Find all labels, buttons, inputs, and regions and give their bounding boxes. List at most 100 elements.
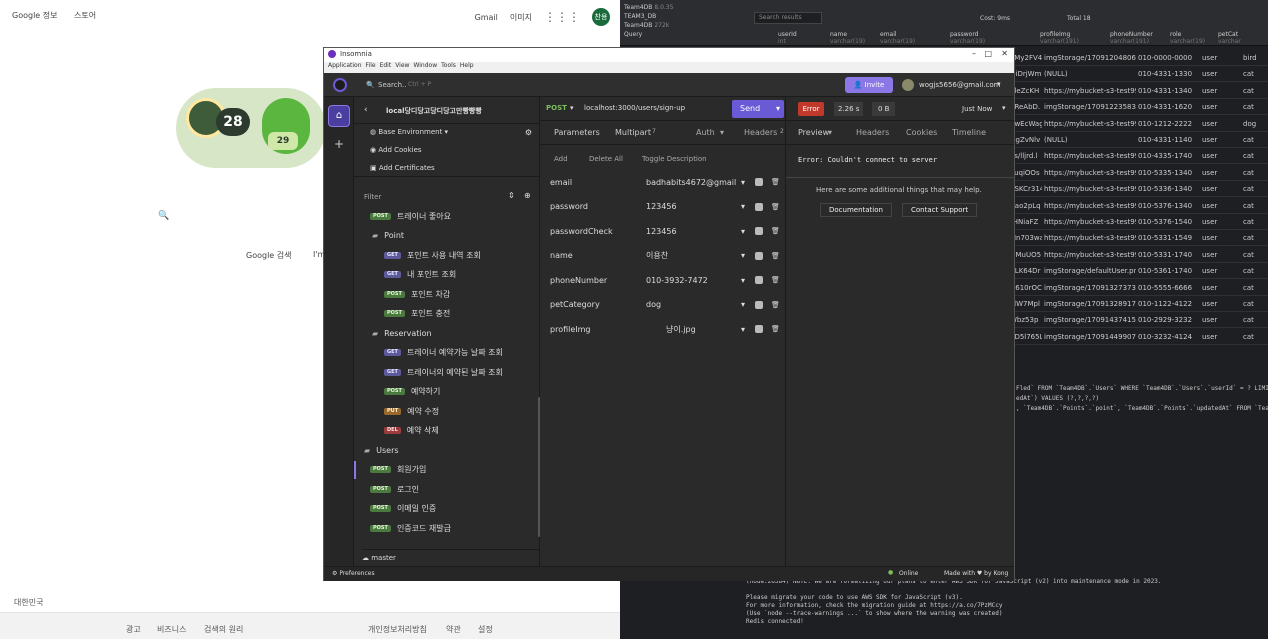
field-value-input[interactable]: badhabits4672@gmail — [646, 178, 741, 187]
table-cell[interactable]: 010-1212-2222 — [1138, 120, 1200, 128]
table-cell[interactable]: imgStorage/defaultUser.pn — [1044, 267, 1136, 275]
table-cell[interactable]: https://mybucket-s3-test99 — [1044, 152, 1136, 160]
tab-headers[interactable]: Headers — [744, 128, 777, 137]
close-icon[interactable]: ✕ — [1001, 49, 1008, 58]
table-cell[interactable]: cat — [1243, 234, 1268, 242]
table-cell[interactable]: user — [1202, 185, 1240, 193]
multipart-field-row[interactable]: petCategory dog ▾ 🗑 — [550, 294, 780, 316]
column-header[interactable]: password varchar(19) — [950, 31, 985, 45]
table-cell[interactable]: user — [1202, 218, 1240, 226]
google-search-button[interactable]: Google 검색 — [246, 250, 291, 261]
column-header[interactable]: phoneNumber varchar(191) — [1110, 31, 1153, 45]
trash-icon[interactable]: 🗑 — [771, 276, 780, 284]
made-with-kong[interactable]: Made with ♥ by Kong — [944, 570, 1008, 577]
field-name-input[interactable]: profileImg — [550, 325, 646, 334]
chevron-down-icon[interactable]: ▾ — [741, 251, 755, 260]
table-cell[interactable]: user — [1202, 152, 1240, 160]
table-cell[interactable]: https://mybucket-s3-test99 — [1044, 185, 1136, 193]
column-header[interactable]: petCat varchar — [1218, 31, 1241, 45]
table-cell[interactable]: imgStorage/170914374156 — [1044, 316, 1136, 324]
table-cell[interactable]: 010-4331-1340 — [1138, 87, 1200, 95]
table-cell[interactable]: cat — [1243, 152, 1268, 160]
table-cell[interactable]: 010-2929-3232 — [1138, 316, 1200, 324]
trash-icon[interactable]: 🗑 — [771, 301, 780, 309]
menu-item[interactable]: Help — [460, 62, 474, 69]
table-cell[interactable]: cat — [1243, 218, 1268, 226]
field-name-input[interactable]: phoneNumber — [550, 276, 646, 285]
chevron-down-icon[interactable]: ▾ — [720, 128, 724, 137]
sidebar-folder[interactable]: ▰ Users — [364, 441, 399, 459]
table-cell[interactable]: (NULL) — [1044, 136, 1136, 144]
tab-multipart[interactable]: Multipart — [615, 128, 651, 137]
back-icon[interactable]: ‹ — [364, 105, 368, 115]
sidebar-request[interactable]: PUT 예약 수정 — [384, 402, 439, 420]
git-branch[interactable]: ☁ master — [362, 549, 540, 565]
trash-icon[interactable]: 🗑 — [771, 325, 780, 333]
sidebar-request[interactable]: POST 포인트 차감 — [384, 285, 450, 303]
table-cell[interactable]: user — [1202, 284, 1240, 292]
table-cell[interactable]: 010-0000-0000 — [1138, 54, 1200, 62]
google-doodle[interactable]: 28 29 — [176, 88, 326, 168]
menu-item[interactable]: Tools — [441, 62, 456, 69]
table-cell[interactable]: user — [1202, 202, 1240, 210]
multipart-field-row[interactable]: passwordCheck 123456 ▾ 🗑 — [550, 220, 780, 242]
menu-item[interactable]: View — [395, 62, 409, 69]
delete-all-button[interactable]: Delete All — [589, 155, 623, 163]
menu-item[interactable]: Application — [328, 62, 362, 69]
tree-item[interactable]: Query — [624, 30, 673, 39]
table-cell[interactable]: imgStorage/170913289171 — [1044, 300, 1136, 308]
global-search[interactable]: Search.. — [378, 81, 407, 89]
tab-preview[interactable]: Preview — [798, 128, 829, 137]
sidebar-request[interactable]: POST 인증코드 재발급 — [370, 519, 451, 537]
tab-timeline[interactable]: Timeline — [952, 128, 986, 137]
table-cell[interactable]: imgStorage/170912235832 — [1044, 103, 1136, 111]
table-cell[interactable]: cat — [1243, 267, 1268, 275]
table-cell[interactable]: cat — [1243, 333, 1268, 341]
trash-icon[interactable]: 🗑 — [771, 203, 780, 211]
table-cell[interactable]: user — [1202, 267, 1240, 275]
field-name-input[interactable]: name — [550, 251, 646, 260]
table-cell[interactable]: 010-5331-1740 — [1138, 251, 1200, 259]
footer-terms[interactable]: 약관 — [446, 624, 461, 635]
collection-name[interactable]: local당디당고당디당고만빵빵빵 — [386, 106, 482, 116]
url-input[interactable]: localhost:3000/users/sign-up — [584, 104, 685, 112]
sidebar-request[interactable]: POST 포인트 충전 — [384, 305, 450, 323]
trash-icon[interactable]: 🗑 — [771, 252, 780, 260]
sidebar-request[interactable]: GET 포인트 사용 내역 조회 — [384, 246, 481, 264]
table-cell[interactable]: 010-1122-4122 — [1138, 300, 1200, 308]
checkbox-icon[interactable] — [755, 325, 763, 333]
table-cell[interactable]: https://mybucket-s3-test99 — [1044, 251, 1136, 259]
chevron-down-icon[interactable]: ▾ — [741, 276, 755, 285]
menu-item[interactable]: Edit — [380, 62, 392, 69]
trash-icon[interactable]: 🗑 — [771, 227, 780, 235]
chevron-down-icon[interactable]: ▾ — [741, 300, 755, 309]
table-cell[interactable]: 010-5376-1540 — [1138, 218, 1200, 226]
menu-item[interactable]: File — [366, 62, 376, 69]
table-cell[interactable]: https://mybucket-s3-test99 — [1044, 87, 1136, 95]
table-cell[interactable]: 010-3232-4124 — [1138, 333, 1200, 341]
chevron-down-icon[interactable]: ▾ — [776, 100, 780, 118]
column-header[interactable]: role varchar(19) — [1170, 31, 1205, 45]
table-cell[interactable]: user — [1202, 87, 1240, 95]
send-button[interactable]: Send ▾ — [732, 100, 784, 118]
table-cell[interactable]: user — [1202, 300, 1240, 308]
table-cell[interactable]: https://mybucket-s3-test99 — [1044, 218, 1136, 226]
base-environment[interactable]: ◍ Base Environment ▾ — [370, 128, 448, 136]
filter-input[interactable]: Filter — [364, 193, 381, 201]
checkbox-icon[interactable] — [755, 276, 763, 284]
tab-cookies[interactable]: Cookies — [906, 128, 937, 137]
tab-auth[interactable]: Auth — [696, 128, 715, 137]
table-cell[interactable]: cat — [1243, 202, 1268, 210]
table-cell[interactable]: dog — [1243, 120, 1268, 128]
table-cell[interactable]: user — [1202, 54, 1240, 62]
sidebar-request[interactable]: POST 트레이너 좋아요 — [370, 207, 451, 225]
sidebar-request[interactable]: GET 트레이너의 예약된 날짜 조회 — [384, 363, 503, 381]
contact-support-button[interactable]: Contact Support — [902, 203, 978, 217]
footer-how-search[interactable]: 검색의 원리 — [204, 624, 243, 635]
history-select[interactable]: Just Now — [962, 105, 992, 113]
checkbox-icon[interactable] — [755, 300, 763, 309]
footer-ads[interactable]: 광고 — [126, 624, 141, 635]
multipart-field-row[interactable]: profileImg 냥이.jpg ▾ 🗑 — [550, 318, 780, 340]
table-cell[interactable]: https://mybucket-s3-test99 — [1044, 169, 1136, 177]
table-cell[interactable]: user — [1202, 251, 1240, 259]
